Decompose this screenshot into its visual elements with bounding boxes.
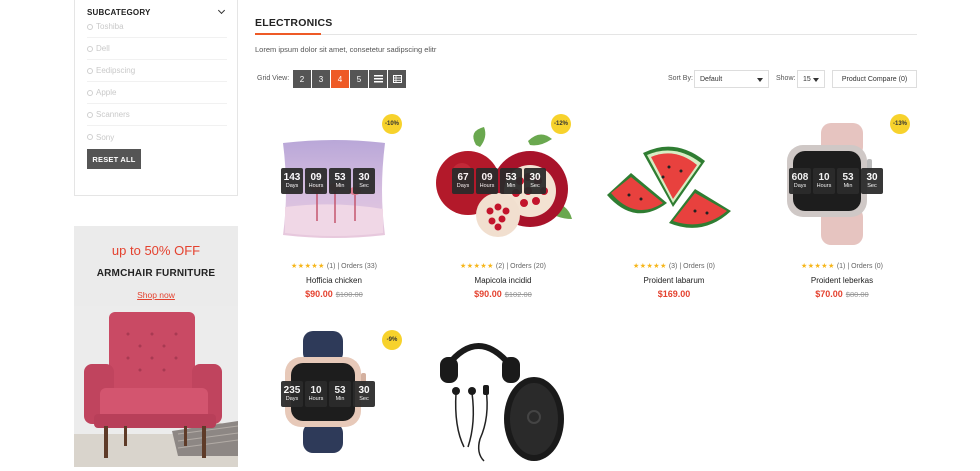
promo-subtitle: ARMCHAIR FURNITURE	[96, 268, 216, 279]
discount-badge: -9%	[382, 330, 402, 350]
countdown-sec: 30 Sec	[524, 168, 546, 194]
countdown-timer: 235 Days 10 Hours 53 Min 30 Sec	[281, 381, 375, 407]
discount-badge: -13%	[890, 114, 910, 134]
discount-badge: -10%	[382, 114, 402, 134]
countdown-min: 53 Min	[329, 381, 351, 407]
checkbox-icon[interactable]	[87, 45, 93, 52]
list-view-button[interactable]	[369, 70, 387, 88]
rating-stars: ★★★★★	[800, 263, 835, 270]
countdown-min: 53 Min	[329, 168, 351, 194]
product-price: $70.00 $80.00	[815, 289, 869, 299]
promo-headline: up to 50% OFF	[111, 243, 201, 258]
countdown-days: 608 Days	[789, 168, 811, 194]
product-name[interactable]: Proident labarum	[599, 276, 749, 285]
grid-view-label: Grid View:	[257, 75, 290, 82]
product-rating: ★★★★★ (1) | Orders (0)	[800, 263, 884, 270]
rating-count: (1)	[836, 263, 846, 270]
subcategory-item[interactable]: Apple	[87, 82, 227, 104]
show-count-select[interactable]: 15	[797, 70, 825, 88]
orders-count: Orders (20)	[510, 263, 546, 270]
product-image[interactable]	[599, 111, 749, 251]
subcategory-item[interactable]: Sony	[87, 126, 227, 148]
product-rating: ★★★★★ (3) | Orders (0)	[632, 263, 716, 270]
grid-2-button[interactable]: 2	[293, 70, 311, 88]
checkbox-icon[interactable]	[87, 134, 93, 140]
countdown-timer: 67 Days 09 Hours 53 Min 30 Sec	[452, 168, 546, 194]
grid-3-button[interactable]: 3	[312, 70, 330, 88]
countdown-sec: 30 Sec	[353, 381, 375, 407]
orders-count: Orders (0)	[851, 263, 884, 270]
checkbox-icon[interactable]	[87, 89, 93, 96]
subcategory-item[interactable]: Scanners	[87, 104, 227, 126]
countdown-min: 53 Min	[500, 168, 522, 194]
show-label: Show:	[776, 75, 796, 82]
promo-banner[interactable]: up to 50% OFF ARMCHAIR FURNITURE Shop no…	[74, 226, 238, 467]
countdown-days: 143 Days	[281, 168, 303, 194]
table-view-button[interactable]	[388, 70, 406, 88]
product-price: $90.00 $102.00	[474, 289, 532, 299]
product-price: $90.00 $100.00	[305, 289, 363, 299]
countdown-hours: 10 Hours	[813, 168, 835, 194]
orders-count: Orders (33)	[341, 263, 377, 270]
checkbox-icon[interactable]	[87, 23, 93, 30]
table-icon	[392, 75, 402, 83]
sort-by-label: Sort By:	[668, 75, 693, 82]
subcategory-list: Toshiba Dell Eedipscing Apple Scanners S…	[87, 16, 227, 148]
product-image[interactable]	[428, 327, 578, 467]
title-accent-bar	[255, 33, 321, 35]
countdown-sec: 30 Sec	[353, 168, 375, 194]
product-price: $169.00	[657, 289, 691, 299]
subcategory-item[interactable]: Eedipscing	[87, 60, 227, 82]
countdown-days: 67 Days	[452, 168, 474, 194]
grid-4-button[interactable]: 4	[331, 70, 349, 88]
sort-by-select[interactable]: Default	[694, 70, 769, 88]
rating-count: (2)	[495, 263, 505, 270]
countdown-timer: 608 Days 10 Hours 53 Min 30 Sec	[789, 168, 883, 194]
product-compare-button[interactable]: Product Compare (0)	[832, 70, 917, 88]
product-rating: ★★★★★ (2) | Orders (20)	[460, 263, 546, 270]
countdown-hours: 10 Hours	[305, 381, 327, 407]
product-name[interactable]: Proident leberkas	[767, 276, 917, 285]
category-description: Lorem ipsum dolor sit amet, consetetur s…	[255, 45, 437, 54]
reset-all-button[interactable]: RESET ALL	[87, 149, 141, 169]
countdown-sec: 30 Sec	[861, 168, 883, 194]
discount-badge: -12%	[551, 114, 571, 134]
page-title: ELECTRONICS	[255, 17, 333, 29]
armchair-image	[74, 306, 238, 467]
countdown-min: 53 Min	[837, 168, 859, 194]
subcategory-item[interactable]: Dell	[87, 38, 227, 60]
rating-stars: ★★★★★	[632, 263, 667, 270]
checkbox-icon[interactable]	[87, 111, 93, 118]
checkbox-icon[interactable]	[87, 67, 93, 74]
rating-stars: ★★★★★	[460, 263, 494, 270]
title-divider	[255, 34, 917, 35]
product-name[interactable]: Hofficia chicken	[259, 276, 409, 285]
list-icon	[373, 75, 383, 83]
rating-count: (1)	[326, 263, 336, 270]
rating-stars: ★★★★★	[291, 263, 325, 270]
grid-5-button[interactable]: 5	[350, 70, 368, 88]
countdown-hours: 09 Hours	[476, 168, 498, 194]
product-name[interactable]: Mapicola incidid	[428, 276, 578, 285]
countdown-timer: 143 Days 09 Hours 53 Min 30 Sec	[281, 168, 375, 194]
countdown-days: 235 Days	[281, 381, 303, 407]
orders-count: Orders (0)	[683, 263, 716, 270]
product-rating: ★★★★★ (1) | Orders (33)	[291, 263, 377, 270]
subcategory-item[interactable]: Toshiba	[87, 16, 227, 38]
rating-count: (3)	[668, 263, 678, 270]
subcategory-panel: SUBCATEGORY Toshiba Dell Eedipscing Appl…	[74, 0, 238, 196]
shop-now-link[interactable]: Shop now	[74, 290, 238, 300]
countdown-hours: 09 Hours	[305, 168, 327, 194]
